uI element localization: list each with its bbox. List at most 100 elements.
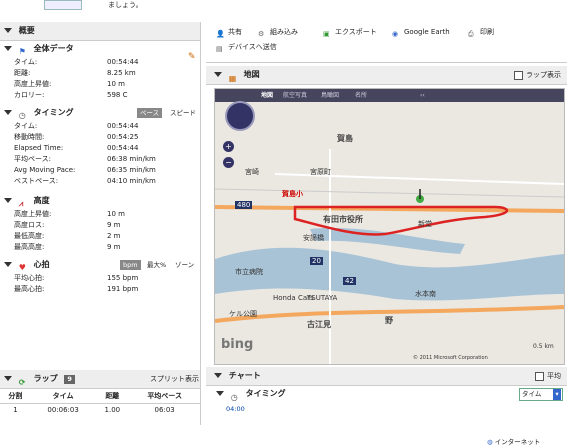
map-label: 古江見 [307,320,331,329]
map-tab-aerial[interactable]: 航空写真 [283,89,307,102]
stat-label: 高度ロス: [14,221,45,229]
printer-icon: ⎙ [468,29,474,38]
cell: 00:06:03 [47,406,79,414]
chart-header: チャート 平均 [206,367,567,386]
stat-label: タイム: [14,122,38,130]
embed-button[interactable]: ⚙ 組み込み [258,26,298,38]
split-view-link[interactable]: スプリット表示 [150,370,199,388]
lap-display-toggle[interactable]: ラップ表示 [514,66,561,84]
chart-area[interactable]: 04:00 [206,405,567,425]
top-note: ましょう。 [108,1,143,9]
print-button[interactable]: ⎙ 印刷 [468,26,494,38]
collapse-icon[interactable] [4,28,12,33]
send-device-button[interactable]: ▤ デバイスへ送信 [216,41,277,53]
collapse-icon [214,373,222,378]
flag-icon: ⚑ [18,47,26,56]
chart-timing-title: タイミング [245,389,286,398]
route-map[interactable]: 地図 航空写真 鳥瞰図 名所 ‹‹ + − 賀島 賀島小 有田市役所 新堂 安諦… [214,88,565,365]
chart-timing-title-wrap[interactable]: ◷ タイミング [216,385,286,403]
avg-toggle[interactable]: 平均 [535,367,561,385]
clock-icon: ◷ [230,393,238,402]
avg-label: 平均 [547,372,561,380]
stat-value: 06:38 min/km [107,155,156,163]
map-label: 安諦橋 [303,234,324,242]
stat-value: 8.25 km [107,69,136,77]
collapse-icon [4,110,12,115]
chart-title-wrap[interactable]: チャート [214,367,261,385]
google-earth-button[interactable]: ◉ Google Earth [392,26,450,38]
heart-section-header[interactable]: ♥ 心拍 bpm 最大% ゾーン [0,257,200,273]
col-header[interactable]: 距離 [95,389,130,404]
map-nav-control[interactable] [225,101,255,131]
overall-section-header[interactable]: ⚑ 全体データ [0,41,200,57]
map-header: ▦ 地図 ラップ表示 [206,66,567,85]
collapse-icon [4,198,12,203]
stat-label: 平均ペース: [14,155,52,163]
stat-value: 00:54:25 [107,133,139,141]
heart-title: 心拍 [33,260,50,269]
road-badge: 42 [343,277,356,285]
col-header[interactable]: タイム [30,389,96,404]
stat-value: 00:54:44 [107,58,139,66]
chart-timing-header: ◷ タイミング タイム ▾ [206,385,567,403]
timing-title: タイミング [33,108,74,117]
map-label: 新堂 [418,220,432,228]
chart-title: チャート [228,371,261,380]
elevation-section-header[interactable]: ⩘ 高度 [0,193,200,209]
pace-toggle[interactable]: ペース [137,108,163,118]
speed-toggle[interactable]: スピード [167,108,199,118]
map-title-wrap[interactable]: ▦ 地図 [214,66,260,84]
col-header[interactable]: 平均ペース [129,389,200,404]
chart-metric-value: タイム [522,390,542,398]
laps-section: ⟳ ラップ 9 スプリット表示 分割 タイム 距離 平均ペース 1 00:06:… [0,370,200,416]
status-bar: ◍ インターネット [487,436,567,447]
clock-icon: ◷ [18,111,26,120]
chevron-down-icon: ▾ [553,389,561,400]
map-tab-places[interactable]: 名所 [355,89,367,102]
stat-value: 10 m [107,210,125,218]
zoom-out-icon[interactable]: − [223,157,234,168]
refresh-icon: ⟳ [18,378,26,387]
stat-label: Elapsed Time: [14,144,64,152]
bpm-toggle[interactable]: bpm [120,260,141,270]
stat-value: 191 bpm [107,285,139,293]
summary-panel: 概要 ✎ ⚑ 全体データ タイム: 00:54:44 距離: 8.25 km 高度上… [0,22,201,425]
lap-display-checkbox[interactable] [514,70,523,80]
collapse-arrow-icon[interactable]: ‹‹ [420,89,425,102]
max-percent-toggle[interactable]: 最大% [144,260,169,270]
export-button[interactable]: ▣ エクスポート [323,26,377,38]
timing-section-header[interactable]: ◷ タイミング ペース スピード [0,105,200,121]
send-device-label: デバイスへ送信 [228,43,277,51]
cell: 1.00 [104,406,121,414]
heart-icon: ♥ [18,263,26,272]
top-tab[interactable] [44,0,82,10]
stat-label: 平均心拍: [14,274,45,282]
zoom-in-icon[interactable]: + [223,141,234,152]
map-icon: ▦ [228,74,237,83]
stat-label: ベストペース: [14,177,59,185]
map-tab-birdseye[interactable]: 鳥瞰図 [321,89,339,102]
map-tab-road[interactable]: 地図 [261,89,273,102]
map-type-bar: 地図 航空写真 鳥瞰図 名所 ‹‹ [215,89,564,102]
stat-value: 9 m [107,221,121,229]
share-label: 共有 [228,28,242,36]
embed-label: 組み込み [270,28,298,36]
toolbar: 👤 共有 ⚙ 組み込み ▣ エクスポート ◉ Google Earth ⎙ 印刷 ▤ デバイ… [206,22,567,63]
col-header[interactable]: 分割 [0,389,31,404]
stat-label: 最低高度: [14,232,45,240]
share-icon: 👤 [216,29,225,38]
laps-title: ラップ [33,374,58,383]
collapse-icon[interactable] [4,376,12,381]
map-label: 市立病院 [235,268,263,276]
device-icon: ▤ [216,44,223,53]
share-button[interactable]: 👤 共有 [216,26,242,38]
chart-metric-select[interactable]: タイム ▾ [519,388,563,401]
map-label: 水本南 [415,290,436,298]
summary-title: 概要 [18,26,35,35]
export-icon: ▣ [323,29,330,38]
table-row[interactable]: 1 00:06:03 1.00 06:03 [0,404,200,417]
zone-toggle[interactable]: ゾーン [172,260,197,270]
stat-label: 最高心拍: [14,285,45,293]
map-copyright: © 2011 Microsoft Corporation [413,355,488,361]
avg-checkbox[interactable] [535,371,544,381]
